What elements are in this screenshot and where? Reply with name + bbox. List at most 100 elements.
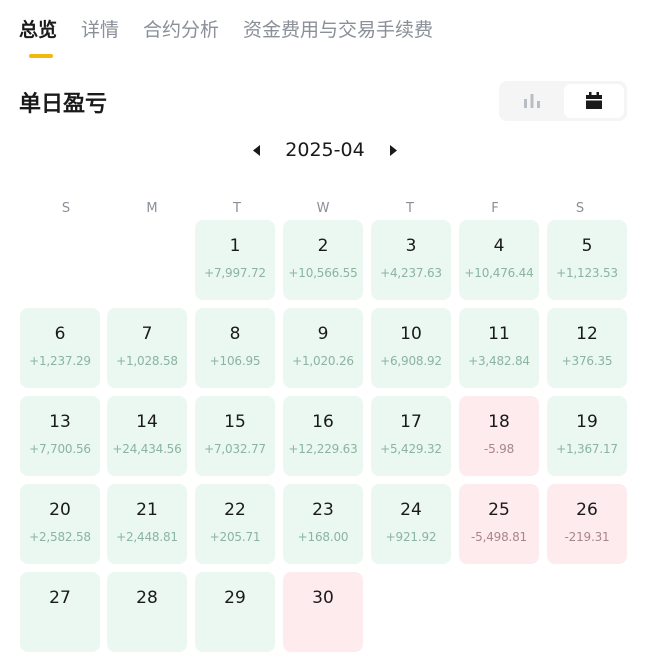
calendar-day-cell[interactable]: 29 [195,572,275,652]
calendar-day-cell[interactable]: 2 +10,566.55 [283,220,363,300]
day-number: 20 [49,500,71,520]
day-pnl-value: +7,700.56 [29,442,91,456]
calendar-day-cell[interactable]: 5 +1,123.53 [547,220,627,300]
day-number: 19 [576,412,598,432]
weekday-wed: W [316,201,330,216]
calendar-view-button[interactable] [564,84,624,118]
tab-funding-and-fees[interactable]: 资金费用与交易手续费 [243,15,433,42]
calendar-day-cell[interactable]: 9 +1,020.26 [283,308,363,388]
daily-pnl-title: 单日盈亏 [19,92,108,117]
day-pnl-value: -219.31 [564,530,610,544]
day-pnl-value: +12,229.63 [288,442,358,456]
calendar-day-cell[interactable]: 4 +10,476.44 [459,220,539,300]
day-number: 30 [312,588,334,608]
day-number: 25 [488,500,510,520]
calendar-day-cell[interactable]: 1 +7,997.72 [195,220,275,300]
day-number: 23 [312,500,334,520]
calendar-day-cell[interactable]: 30 [283,572,363,652]
calendar-day-cell[interactable]: 26 -219.31 [547,484,627,564]
day-pnl-value: +2,448.81 [116,530,178,544]
calendar-day-cell[interactable]: 11 +3,482.84 [459,308,539,388]
caret-right-icon [389,144,397,156]
day-number: 26 [576,500,598,520]
day-pnl-value: +376.35 [561,354,613,368]
bar-chart-view-button[interactable] [502,84,562,118]
calendar-day-cell[interactable]: 13 +7,700.56 [20,396,100,476]
weekday-sun: S [61,201,71,216]
day-number: 14 [136,412,158,432]
day-number: 6 [54,324,66,344]
day-pnl-value: +3,482.84 [468,354,530,368]
view-toggle [499,81,627,121]
day-number: 8 [229,324,241,344]
calendar-day-cell[interactable]: 3 +4,237.63 [371,220,451,300]
active-tab-indicator [29,54,53,58]
weekday-sat: S [575,201,585,216]
day-number: 17 [400,412,422,432]
day-pnl-value: +1,367.17 [556,442,618,456]
tab-contract-analysis[interactable]: 合约分析 [143,15,219,42]
day-pnl-value: +4,237.63 [380,266,442,280]
calendar-day-cell[interactable]: 20 +2,582.58 [20,484,100,564]
tab-details[interactable]: 详情 [81,15,119,42]
day-number: 11 [488,324,510,344]
calendar-day-cell[interactable]: 22 +205.71 [195,484,275,564]
day-number: 12 [576,324,598,344]
weekday-tue: T [233,201,241,216]
day-number: 3 [405,236,417,256]
calendar-day-cell[interactable]: 15 +7,032.77 [195,396,275,476]
day-number: 18 [488,412,510,432]
day-number: 9 [317,324,329,344]
tab-overview[interactable]: 总览 [19,15,57,42]
day-number: 21 [136,500,158,520]
day-pnl-value: +921.92 [385,530,437,544]
calendar-day-cell[interactable]: 14 +24,434.56 [107,396,187,476]
tab-bar: 总览 详情 合约分析 资金费用与交易手续费 [19,15,457,42]
day-pnl-value: +106.95 [209,354,261,368]
day-pnl-value: +6,908.92 [380,354,442,368]
calendar-day-cell[interactable]: 24 +921.92 [371,484,451,564]
bar-chart-icon [524,94,540,108]
calendar-day-cell[interactable]: 12 +376.35 [547,308,627,388]
prev-month-button[interactable] [250,140,264,160]
calendar-day-cell[interactable]: 18 -5.98 [459,396,539,476]
day-number: 2 [317,236,329,256]
day-pnl-value: +205.71 [209,530,261,544]
day-pnl-value: +7,032.77 [204,442,266,456]
calendar-day-cell[interactable]: 28 [107,572,187,652]
day-number: 10 [400,324,422,344]
calendar-day-cell[interactable]: 25 -5,498.81 [459,484,539,564]
day-number: 24 [400,500,422,520]
caret-left-icon [253,144,260,156]
day-pnl-value: +1,020.26 [292,354,354,368]
day-number: 22 [224,500,246,520]
calendar-day-cell[interactable]: 23 +168.00 [283,484,363,564]
calendar-day-cell[interactable]: 6 +1,237.29 [20,308,100,388]
calendar-day-cell[interactable]: 27 [20,572,100,652]
day-pnl-value: +1,028.58 [116,354,178,368]
month-navigator: 2025-04 [250,136,400,164]
next-month-button[interactable] [386,140,400,160]
day-pnl-value: +7,997.72 [204,266,266,280]
day-number: 7 [141,324,153,344]
day-number: 27 [49,588,71,608]
day-pnl-value: +1,237.29 [29,354,91,368]
day-pnl-value: +168.00 [297,530,349,544]
day-pnl-value: +24,434.56 [112,442,182,456]
calendar-day-cell[interactable]: 17 +5,429.32 [371,396,451,476]
calendar-day-cell[interactable]: 21 +2,448.81 [107,484,187,564]
day-pnl-value: +1,123.53 [556,266,618,280]
calendar-day-cell[interactable]: 10 +6,908.92 [371,308,451,388]
calendar-day-cell[interactable]: 8 +106.95 [195,308,275,388]
weekday-fri: F [491,201,499,216]
day-number: 16 [312,412,334,432]
calendar-day-cell[interactable]: 19 +1,367.17 [547,396,627,476]
day-pnl-value: +10,566.55 [288,266,358,280]
calendar-icon [586,92,602,109]
current-month: 2025-04 [285,139,365,161]
day-number: 28 [136,588,158,608]
calendar-day-cell[interactable]: 7 +1,028.58 [107,308,187,388]
calendar-day-cell[interactable]: 16 +12,229.63 [283,396,363,476]
day-number: 29 [224,588,246,608]
day-pnl-value: +10,476.44 [464,266,534,280]
